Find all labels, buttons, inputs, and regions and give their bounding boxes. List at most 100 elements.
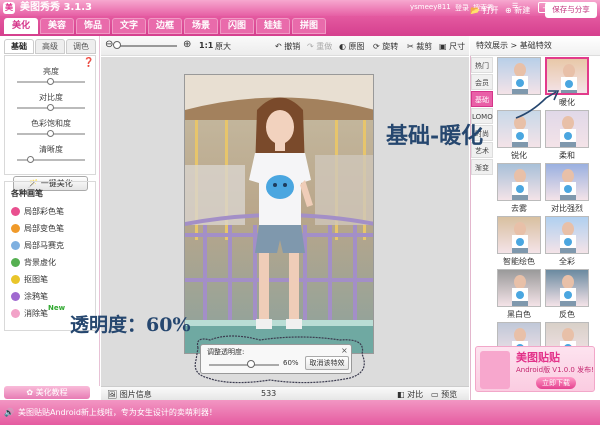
toolbar: ⊖ ⊕ 1:1 原大 ↶ 撤销 ↷ 重做 ◐ 原图 ⟳ 旋转 ✂ 裁剪 ▣ 尺寸 (101, 36, 469, 56)
redo-button[interactable]: ↷ 重做 (307, 41, 332, 52)
login-link[interactable]: 登录 (455, 3, 469, 13)
zoom-slider[interactable] (117, 45, 177, 47)
new-button[interactable]: ⊕ 新建 (505, 4, 530, 17)
brush-item[interactable]: 局部变色笔 (11, 223, 64, 235)
brush-item[interactable]: 局部彩色笔 (11, 206, 64, 218)
effect-thumbnail[interactable] (497, 163, 541, 201)
effects-breadcrumb: 特效展示 > 基础特效 (470, 36, 600, 56)
nav-tab[interactable]: 边框 (148, 18, 182, 34)
rotate-button[interactable]: ⟳ 旋转 (373, 41, 398, 52)
user-name[interactable]: ysmeey811 (410, 3, 451, 11)
thumbnail-image (560, 222, 576, 253)
brush-icon (11, 309, 20, 318)
thumbnail-image (512, 222, 528, 253)
tab-advanced[interactable]: 高级 (35, 39, 65, 54)
effect-thumbnail[interactable] (545, 163, 589, 201)
slider-label: 亮度 (43, 67, 59, 76)
undo-button[interactable]: ↶ 撤销 (275, 41, 300, 52)
brush-item[interactable]: 背景虚化 (11, 257, 56, 269)
effect-category-tab[interactable]: 渐变 (471, 159, 493, 175)
ad-download-button[interactable]: 立即下载 (536, 377, 576, 389)
compare-button[interactable]: ◧ 对比 (397, 389, 423, 400)
thumbnail-image (512, 169, 528, 200)
effect-category-tab[interactable]: 基础 (471, 91, 493, 107)
open-label: 打开 (482, 6, 499, 15)
nav-tab[interactable]: 娃娃 (256, 18, 290, 34)
annotation-effect: 基础-暖化 (386, 123, 484, 149)
slider-label: 清晰度 (39, 145, 63, 154)
slider-label: 色彩饱和度 (31, 119, 71, 128)
effect-label: 去雾 (511, 204, 527, 213)
original-size-button[interactable]: 原大 (215, 41, 231, 52)
brush-icon (11, 224, 20, 233)
zoom-value: 1:1 (199, 41, 214, 50)
brush-icon (11, 292, 20, 301)
photo-image (185, 75, 373, 353)
brush-icon (11, 241, 20, 250)
photo[interactable] (184, 74, 374, 354)
effect-thumbnail[interactable] (545, 216, 589, 254)
brush-title: 各种画笔 (11, 189, 43, 198)
status-text[interactable]: 美图贴贴Android新上线啦，专为女生设计的卖萌利器！ (18, 408, 217, 417)
tab-basic[interactable]: 基础 (4, 39, 34, 54)
slider-knob[interactable] (47, 104, 54, 111)
effect-label: 全彩 (559, 257, 575, 266)
size-button[interactable]: ▣ 尺寸 (439, 41, 465, 52)
preview-label: 预览 (441, 390, 458, 399)
brush-item[interactable]: 抠图笔 (11, 274, 48, 286)
slider-label: 对比度 (39, 93, 63, 102)
brush-item[interactable]: 消除笔 (11, 308, 48, 320)
slider-knob[interactable] (26, 156, 34, 163)
thumbnail-image (560, 275, 576, 306)
effect-category-tab[interactable]: 会员 (471, 74, 493, 90)
ad-banner[interactable]: 美图贴贴 Android版 V1.0.0 发布! 立即下载 (475, 346, 595, 392)
crop-label: 裁剪 (416, 42, 433, 51)
brush-icon (11, 275, 20, 284)
tab-color[interactable]: 调色 (66, 39, 96, 54)
effect-label: 反色 (559, 310, 575, 319)
effect-label: 黑白色 (507, 310, 531, 319)
original-button[interactable]: ◐ 原图 (339, 41, 365, 52)
slider-knob[interactable] (47, 130, 54, 137)
effect-thumbnail[interactable] (545, 269, 589, 307)
nav-tab[interactable]: 闪图 (220, 18, 254, 34)
preview-button[interactable]: ▭ 预览 (431, 389, 457, 400)
nav-tab[interactable]: 美化 (4, 18, 38, 34)
zoom-in-icon[interactable]: ⊕ (183, 39, 191, 50)
nav-tab[interactable]: 美容 (40, 18, 74, 34)
ad-phone-icon (480, 351, 510, 389)
annotation-opacity: 透明度：60% (70, 314, 191, 336)
new-label: 新建 (514, 6, 531, 15)
effect-thumbnail[interactable] (497, 269, 541, 307)
ad-title: 美图贴贴 (516, 351, 560, 364)
slider-knob[interactable] (47, 78, 54, 85)
save-share-button[interactable]: 保存与分享 (545, 2, 597, 18)
effect-label: 智能绘色 (503, 257, 535, 266)
nav-tab[interactable]: 饰品 (76, 18, 110, 34)
brush-item[interactable]: 涂鸦笔 (11, 291, 48, 303)
effect-label: 柔和 (559, 151, 575, 160)
image-size: 533 (261, 389, 277, 398)
brush-label: 局部彩色笔 (24, 207, 64, 216)
ad-subtitle: Android版 V1.0.0 发布! (516, 366, 594, 374)
status-bar: 🔊 美图贴贴Android新上线啦，专为女生设计的卖萌利器！ (0, 400, 600, 425)
image-info-button[interactable]: 🖼 图片信息 (107, 389, 152, 400)
app-title: 美图秀秀 3.1.3 (20, 2, 92, 13)
brush-label: 抠图笔 (24, 275, 48, 284)
effect-thumbnail[interactable] (497, 216, 541, 254)
scribble-outline (194, 335, 365, 384)
nav-tab[interactable]: 场景 (184, 18, 218, 34)
brush-item[interactable]: 局部马赛克 (11, 240, 64, 252)
compare-label: 对比 (407, 390, 424, 399)
brush-label: 消除笔 (24, 309, 48, 318)
brush-label: 涂鸦笔 (24, 292, 48, 301)
brush-label: 背景虚化 (24, 258, 56, 267)
zoom-slider-knob[interactable] (113, 41, 121, 49)
annotation-arrow (515, 90, 560, 119)
effect-category-tab[interactable]: 热门 (471, 57, 493, 73)
crop-button[interactable]: ✂ 裁剪 (407, 41, 432, 52)
nav-tab[interactable]: 拼图 (292, 18, 326, 34)
open-button[interactable]: 📂 打开 (470, 4, 499, 17)
speaker-icon: 🔊 (4, 408, 14, 417)
nav-tab[interactable]: 文字 (112, 18, 146, 34)
